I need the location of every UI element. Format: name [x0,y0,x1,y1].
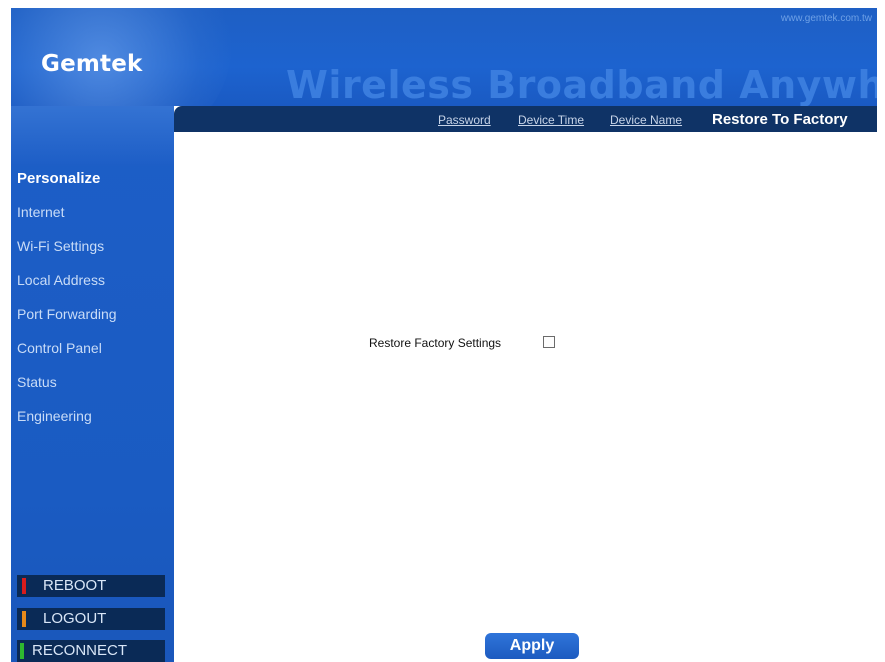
green-status-led-icon [20,643,24,659]
restore-factory-settings-label: Restore Factory Settings [369,336,502,350]
reboot-button[interactable]: REBOOT [17,575,165,597]
sidebar-glow [11,106,174,166]
brand-logo[interactable]: Gemtek [41,51,143,77]
logout-label: LOGOUT [43,610,107,627]
sidebar-item-control-panel[interactable]: Control Panel [17,340,102,356]
sidebar-item-local-address[interactable]: Local Address [17,272,105,288]
sidebar-item-port-forwarding[interactable]: Port Forwarding [17,306,117,322]
reboot-label: REBOOT [43,577,107,594]
tab-restore-to-factory[interactable]: Restore To Factory [712,111,848,128]
restore-factory-checkbox[interactable] [543,336,555,348]
sub-tab-bar: Password Device Time Device Name Restore… [174,106,877,132]
tagline: Wireless Broadband Anywhere [286,63,877,106]
sidebar-item-personalize[interactable]: Personalize [17,170,100,187]
sidebar-item-status[interactable]: Status [17,374,57,390]
reconnect-button[interactable]: RECONNECT [17,640,165,662]
site-url-link[interactable]: www.gemtek.com.tw [781,13,872,24]
tab-device-name[interactable]: Device Name [610,113,682,127]
sidebar-item-internet[interactable]: Internet [17,204,64,220]
sidebar-item-engineering[interactable]: Engineering [17,408,92,424]
apply-button[interactable]: Apply [485,633,579,659]
tab-device-time[interactable]: Device Time [518,113,584,127]
sidebar-item-wifi-settings[interactable]: Wi-Fi Settings [17,238,104,254]
logout-button[interactable]: LOGOUT [17,608,165,630]
tab-password[interactable]: Password [438,113,491,127]
red-status-led-icon [22,578,26,594]
router-admin-page: Gemtek www.gemtek.com.tw Wireless Broadb… [0,0,885,662]
header-banner: Gemtek www.gemtek.com.tw Wireless Broadb… [11,8,877,106]
orange-status-led-icon [22,611,26,627]
reconnect-label: RECONNECT [32,642,128,659]
